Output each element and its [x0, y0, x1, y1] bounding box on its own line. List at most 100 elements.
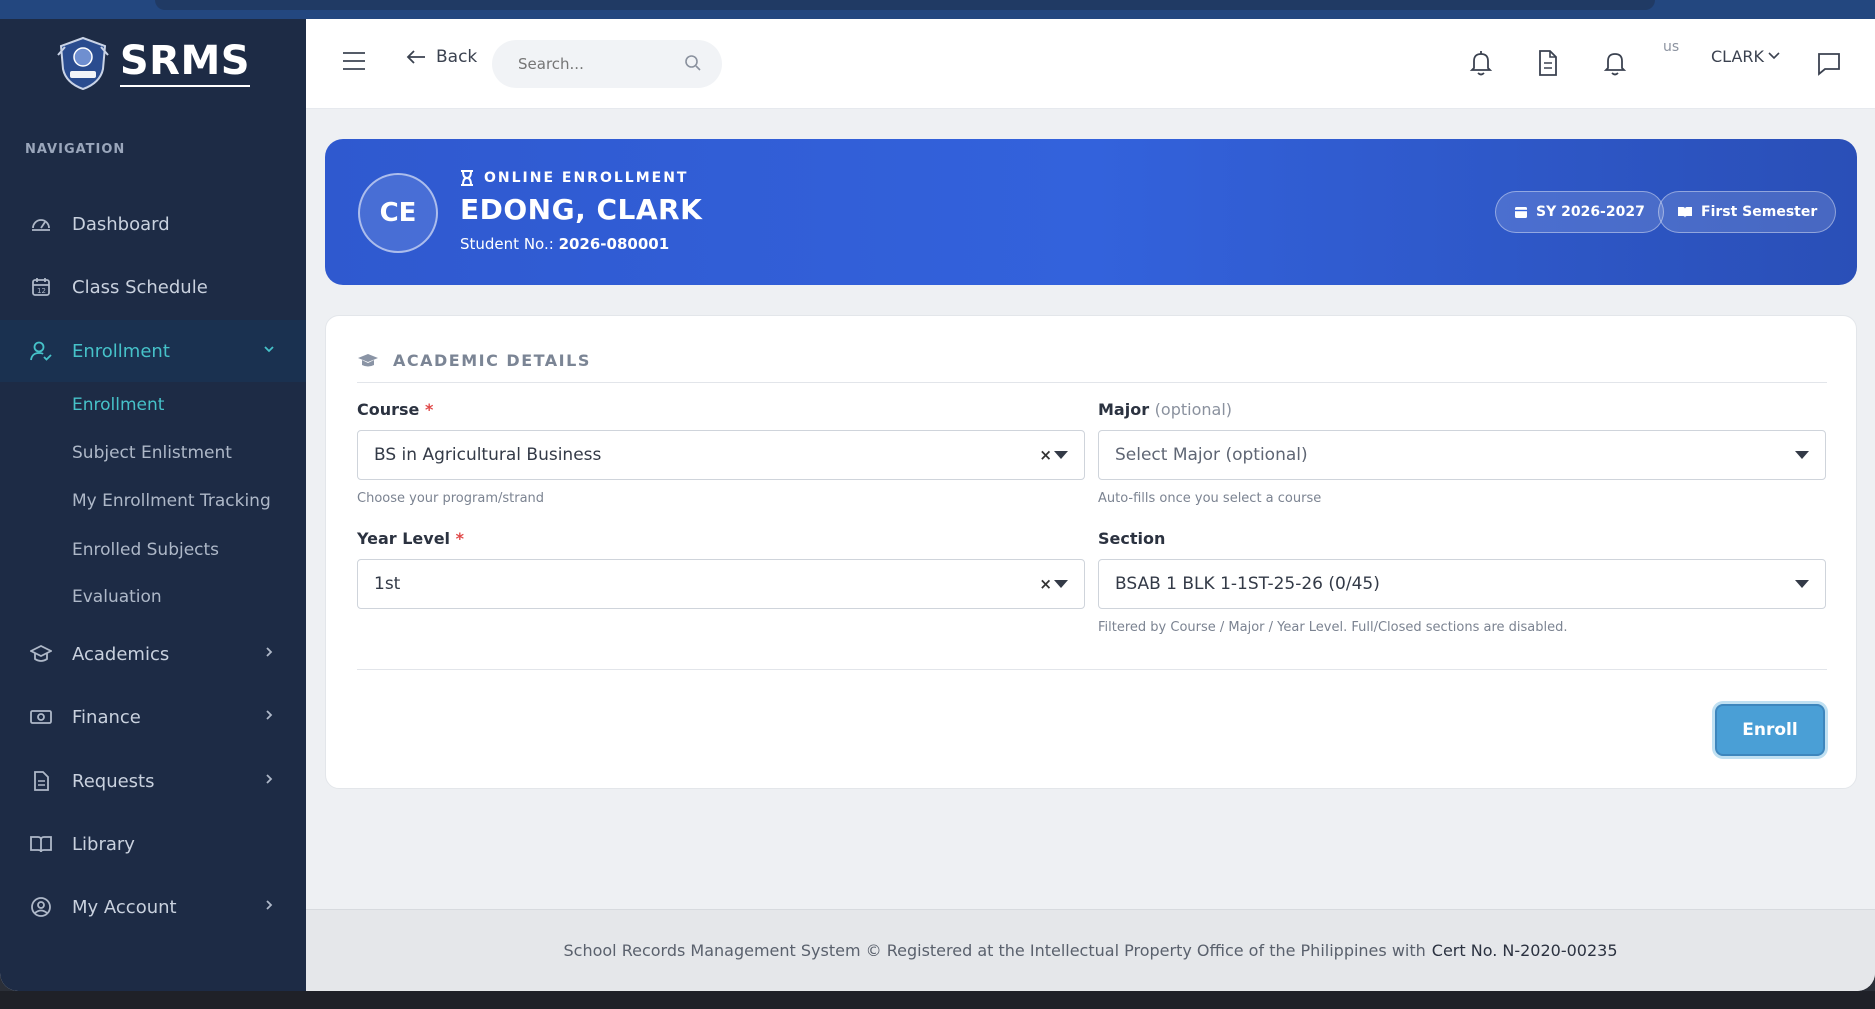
- arrow-left-icon: [406, 50, 425, 64]
- footer-cert: Cert No. N-2020-00235: [1431, 941, 1618, 960]
- bell-icon[interactable]: [1468, 49, 1494, 77]
- divider: [357, 669, 1827, 670]
- sidebar-item-enrollment[interactable]: Enrollment: [0, 320, 306, 382]
- brand[interactable]: SRMS: [0, 19, 306, 107]
- notification-bell-icon[interactable]: [1602, 49, 1628, 77]
- hamburger-menu-icon[interactable]: [342, 50, 366, 72]
- graduation-cap-icon: [30, 644, 52, 662]
- chevron-right-icon: [266, 710, 273, 720]
- chevron-down-icon: [264, 346, 274, 353]
- sidebar-item-library[interactable]: Library: [0, 813, 306, 875]
- gauge-icon: [32, 219, 50, 231]
- sidebar-item-finance[interactable]: Finance: [0, 686, 306, 748]
- graduation-cap-icon: [358, 353, 378, 366]
- course-label: Course *: [357, 400, 433, 419]
- section-label-text: Section: [1098, 529, 1166, 548]
- sidebar-item-my-account[interactable]: My Account: [0, 876, 306, 938]
- required-mark: *: [455, 529, 464, 548]
- search-box[interactable]: [492, 40, 722, 88]
- sidebar-subitem-evaluation[interactable]: Evaluation: [72, 587, 162, 607]
- chevron-down-icon: [1768, 52, 1780, 60]
- sidebar-item-label: Finance: [72, 706, 141, 728]
- section-help: Filtered by Course / Major / Year Level.…: [1098, 620, 1568, 635]
- major-select[interactable]: Select Major (optional): [1098, 430, 1826, 480]
- major-label: Major (optional): [1098, 400, 1232, 419]
- chevron-right-icon: [266, 774, 273, 784]
- section-title-label: ACADEMIC DETAILS: [393, 351, 591, 370]
- student-number-label: Student No.:: [460, 235, 554, 253]
- sidebar-item-label: Enrollment: [72, 340, 170, 362]
- course-value: BS in Agricultural Business: [374, 445, 602, 465]
- student-number: 2026-080001: [558, 235, 670, 253]
- section-value: BSAB 1 BLK 1-1ST-25-26 (0/45): [1115, 574, 1380, 594]
- sidebar-item-label: Library: [72, 833, 135, 855]
- course-help: Choose your program/strand: [357, 491, 545, 506]
- section-title: ACADEMIC DETAILS: [357, 351, 591, 370]
- open-book-icon: [1678, 207, 1692, 218]
- sidebar-subitem-enrolled-subjects[interactable]: Enrolled Subjects: [72, 540, 219, 560]
- book-icon: [30, 836, 52, 853]
- chevron-right-icon: [266, 647, 273, 657]
- search-icon[interactable]: [684, 54, 702, 72]
- caret-down-icon[interactable]: [1795, 580, 1809, 588]
- top-header: Back us CLARK: [306, 19, 1875, 109]
- money-icon: [30, 710, 52, 724]
- caret-down-icon[interactable]: [1795, 451, 1809, 459]
- sidebar-item-class-schedule[interactable]: 12 Class Schedule: [0, 256, 306, 318]
- calendar-icon: [1515, 207, 1527, 218]
- document-icon: [34, 771, 49, 791]
- sidebar-item-label: Dashboard: [72, 213, 170, 235]
- back-label: Back: [436, 47, 478, 67]
- sidebar: SRMS NAVIGATION Dashboard 12 Class Sched…: [0, 19, 306, 991]
- sidebar-item-label: Requests: [72, 770, 155, 792]
- required-mark: *: [424, 400, 434, 419]
- student-initials-avatar: CE: [358, 173, 438, 253]
- back-button[interactable]: Back: [406, 47, 477, 67]
- file-icon[interactable]: [1535, 49, 1561, 77]
- major-help: Auto-fills once you select a course: [1098, 491, 1322, 506]
- year-level-label: Year Level *: [357, 529, 464, 548]
- user-name: CLARK: [1711, 46, 1765, 66]
- school-year-badge: SY 2026-2027: [1495, 191, 1664, 233]
- hourglass-icon: [461, 170, 473, 186]
- caret-down-icon[interactable]: [1054, 451, 1068, 459]
- enroll-button[interactable]: Enroll: [1715, 704, 1825, 756]
- avatar: us: [1663, 39, 1680, 55]
- optional-mark: (optional): [1154, 400, 1232, 419]
- svg-text:12: 12: [37, 287, 46, 295]
- sidebar-item-label: My Account: [72, 896, 177, 918]
- clear-year-level-icon[interactable]: ×: [1039, 575, 1052, 593]
- student-banner: CE ONLINE ENROLLMENT EDONG, CLARK Studen…: [325, 139, 1857, 285]
- srms-logo-icon: [57, 36, 109, 91]
- banner-tag-label: ONLINE ENROLLMENT: [484, 170, 689, 186]
- sidebar-item-label: Academics: [72, 643, 170, 665]
- search-input[interactable]: [518, 55, 678, 73]
- divider: [357, 382, 1827, 383]
- caret-down-icon[interactable]: [1054, 580, 1068, 588]
- student-name: EDONG, CLARK: [460, 193, 703, 226]
- section-select[interactable]: BSAB 1 BLK 1-1ST-25-26 (0/45): [1098, 559, 1826, 609]
- sidebar-subitem-subject-enlistment[interactable]: Subject Enlistment: [72, 443, 232, 463]
- sidebar-subitem-enrollment-tracking[interactable]: My Enrollment Tracking: [72, 491, 271, 511]
- sidebar-subitem-enrollment[interactable]: Enrollment: [72, 395, 164, 415]
- calendar-icon: 12: [32, 278, 50, 296]
- semester-badge: First Semester: [1658, 191, 1837, 233]
- user-menu[interactable]: us CLARK: [1663, 39, 1781, 67]
- sidebar-item-dashboard[interactable]: Dashboard: [0, 193, 306, 255]
- sidebar-item-requests[interactable]: Requests: [0, 750, 306, 812]
- major-label-text: Major: [1098, 400, 1150, 419]
- nav-heading: NAVIGATION: [25, 142, 126, 157]
- semester: First Semester: [1701, 204, 1818, 220]
- chat-icon[interactable]: [1816, 49, 1842, 77]
- major-placeholder: Select Major (optional): [1115, 445, 1308, 465]
- course-select[interactable]: BS in Agricultural Business ×: [357, 430, 1085, 480]
- section-label: Section: [1098, 529, 1165, 548]
- student-number-line: Student No.: 2026-080001: [460, 235, 669, 253]
- sidebar-item-academics[interactable]: Academics: [0, 623, 306, 685]
- school-year: SY 2026-2027: [1536, 204, 1645, 220]
- app-window: SRMS NAVIGATION Dashboard 12 Class Sched…: [0, 19, 1875, 991]
- course-label-text: Course: [357, 400, 420, 419]
- year-level-select[interactable]: 1st ×: [357, 559, 1085, 609]
- year-level-label-text: Year Level: [357, 529, 451, 548]
- clear-course-icon[interactable]: ×: [1039, 446, 1052, 464]
